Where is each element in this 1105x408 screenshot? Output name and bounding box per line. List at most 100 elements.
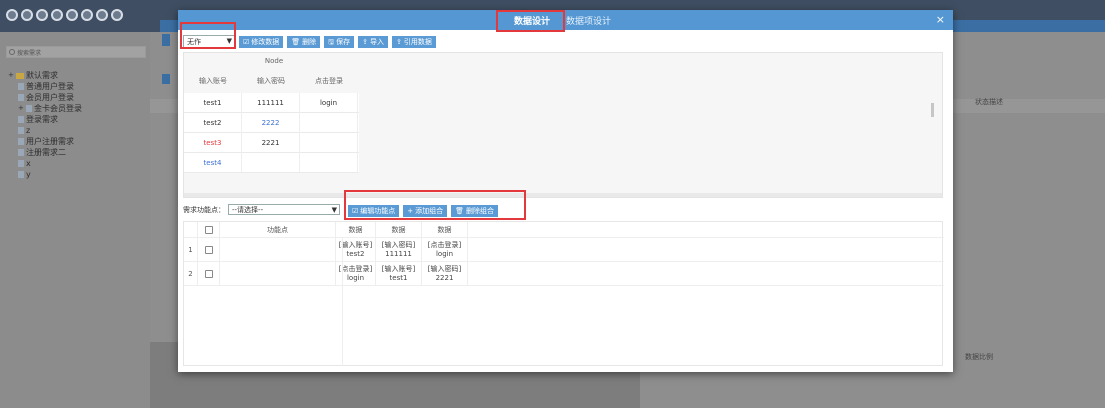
trash-icon: 🗑 xyxy=(291,37,301,46)
circle-icon[interactable] xyxy=(81,9,93,21)
row-checkbox[interactable] xyxy=(204,269,213,278)
tree-item[interactable]: 注册需求二 xyxy=(8,147,82,158)
table-row[interactable]: 2 [点击登录] login [输入账号] test1 [输入密码] 2221 xyxy=(184,262,944,286)
highlight-box xyxy=(180,22,236,49)
table-cell[interactable] xyxy=(300,153,358,173)
table-row[interactable]: 1 [输入账号] test2 [输入密码] 111111 [点击登录] login xyxy=(184,238,944,262)
column-divider xyxy=(342,238,343,366)
circle-icon[interactable] xyxy=(21,9,33,21)
close-icon[interactable]: × xyxy=(936,13,945,26)
column-headers: 输入账号 输入密码 点击登录 xyxy=(184,71,358,91)
search-input[interactable]: 搜索需求 xyxy=(6,46,146,58)
table-cell[interactable]: test4 xyxy=(184,153,242,173)
circle-icon[interactable] xyxy=(111,9,123,21)
upload-icon: ⇪ xyxy=(362,37,369,46)
search-icon xyxy=(9,49,15,55)
circle-icon[interactable] xyxy=(36,9,48,21)
app-logo-icons xyxy=(6,9,123,21)
data-table: Node 输入账号 输入密码 点击登录 test1 111111 login t… xyxy=(183,52,943,198)
table-cell[interactable]: test2 xyxy=(184,113,242,133)
file-icon xyxy=(18,94,24,101)
file-icon xyxy=(18,171,24,178)
circle-icon[interactable] xyxy=(66,9,78,21)
row-index: 1 xyxy=(184,238,198,261)
column-header: 点击登录 xyxy=(315,77,343,85)
data-cell[interactable]: [输入账号] test1 xyxy=(376,262,422,285)
folder-icon xyxy=(16,72,24,79)
save-button[interactable]: 🖫 保存 xyxy=(324,35,355,48)
tree-item[interactable]: y xyxy=(8,169,82,180)
search-placeholder: 搜索需求 xyxy=(17,50,42,57)
combination-table: 功能点 数据 数据 数据 1 [输入账号] test2 [输入密码] 111111 … xyxy=(183,221,944,366)
table-row[interactable]: test1 111111 login xyxy=(184,93,359,113)
file-icon xyxy=(26,105,32,112)
circle-icon[interactable] xyxy=(51,9,63,21)
column-header: 数据 xyxy=(422,222,468,237)
file-icon xyxy=(18,127,24,134)
delete-button[interactable]: 🗑 删除 xyxy=(287,35,321,48)
function-point-cell xyxy=(220,262,336,285)
tab-button[interactable] xyxy=(162,34,170,46)
save-icon: 🖫 xyxy=(328,37,335,46)
table-cell[interactable]: test3 xyxy=(184,133,242,153)
table-cell[interactable]: test1 xyxy=(184,93,242,113)
column-header xyxy=(184,222,198,237)
sidebar: 搜索需求 + 默认需求 普通用户登录 会员用户登录 + 金卡会员登录 登录需求 z … xyxy=(0,32,150,408)
file-icon xyxy=(18,149,24,156)
select-all-checkbox-cell xyxy=(198,222,220,237)
row-index: 2 xyxy=(184,262,198,285)
table-row[interactable]: test3 2221 xyxy=(184,133,359,153)
table-cell[interactable]: 2222 xyxy=(242,113,300,133)
tree-item[interactable]: 登录需求 xyxy=(8,114,82,125)
row-filler xyxy=(468,262,944,285)
reference-data-button[interactable]: ⇪ 引用数据 xyxy=(392,35,436,48)
row-checkbox[interactable] xyxy=(204,245,213,254)
status-label: 状态描述 xyxy=(975,98,1003,106)
select-all-checkbox[interactable] xyxy=(204,225,213,234)
horizontal-scrollbar[interactable] xyxy=(184,193,942,197)
file-icon xyxy=(18,83,24,90)
file-icon xyxy=(18,116,24,123)
data-cell[interactable]: [输入密码] 111111 xyxy=(376,238,422,261)
function-point-select[interactable]: --请选择-- xyxy=(228,204,340,215)
upload-icon: ⇪ xyxy=(396,37,402,46)
table-cell[interactable] xyxy=(300,133,358,153)
column-filler xyxy=(468,222,944,237)
data-cell[interactable]: [点击登录] login xyxy=(422,238,468,261)
combination-table-header: 功能点 数据 数据 数据 xyxy=(184,222,944,238)
highlight-box xyxy=(496,10,565,32)
tree-item[interactable]: 普通用户登录 xyxy=(8,81,82,92)
tree-item[interactable]: z xyxy=(8,125,82,136)
circle-icon[interactable] xyxy=(96,9,108,21)
vertical-scrollbar[interactable] xyxy=(931,103,934,117)
table-cell[interactable] xyxy=(242,153,300,173)
table-cell[interactable]: 2221 xyxy=(242,133,300,153)
tree-item[interactable]: 会员用户登录 xyxy=(8,92,82,103)
table-cell[interactable]: 111111 xyxy=(242,93,300,113)
column-header: 输入密码 xyxy=(257,77,285,85)
highlight-box xyxy=(344,190,526,220)
tree-item[interactable]: 用户注册需求 xyxy=(8,136,82,147)
tree-item[interactable]: + 默认需求 xyxy=(8,70,82,81)
requirement-tree: + 默认需求 普通用户登录 会员用户登录 + 金卡会员登录 登录需求 z 用户注册需… xyxy=(8,70,82,180)
file-icon xyxy=(18,138,24,145)
table-row[interactable]: test2 2222 xyxy=(184,113,359,133)
data-cell[interactable]: [输入密码] 2221 xyxy=(422,262,468,285)
import-button[interactable]: ⇪ 导入 xyxy=(358,35,389,48)
file-icon xyxy=(18,160,24,167)
tab-data-item-design[interactable]: 数据项设计 xyxy=(566,14,611,27)
table-cell[interactable] xyxy=(300,113,358,133)
function-point-cell xyxy=(220,238,336,261)
tree-item[interactable]: x xyxy=(8,158,82,169)
edit-data-button[interactable]: ☑ 修改数据 xyxy=(239,35,284,48)
tree-item[interactable]: + 金卡会员登录 xyxy=(8,103,82,114)
circle-icon[interactable] xyxy=(6,9,18,21)
table-cell[interactable]: login xyxy=(300,93,358,113)
row-filler xyxy=(468,238,944,261)
tab-button[interactable] xyxy=(162,74,170,84)
row-checkbox-cell xyxy=(198,238,220,261)
data-design-modal: 数据设计 数据项设计 × 无作 ☑修改数据 🗑删除 🖫保存 ⇪导入 ⇪引用数据 … xyxy=(178,10,953,372)
table-row[interactable]: test4 xyxy=(184,153,359,173)
modal-header: 数据设计 数据项设计 × xyxy=(178,10,953,30)
table-body: test1 111111 login test2 2222 test3 2221… xyxy=(184,93,359,173)
